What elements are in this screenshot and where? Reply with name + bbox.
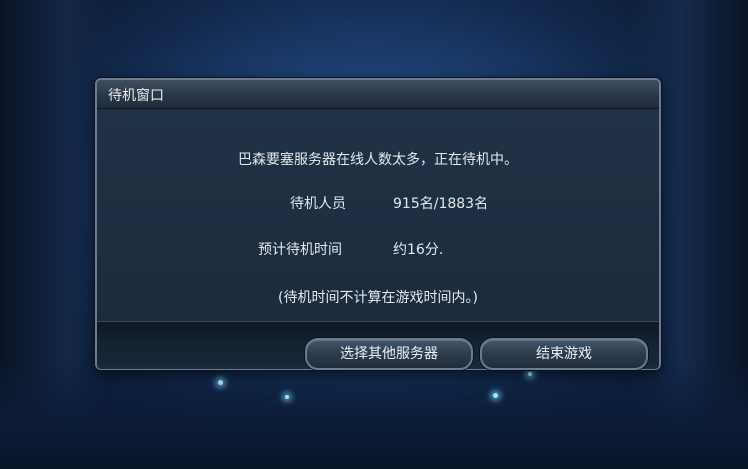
exit-game-button[interactable]: 结束游戏 bbox=[480, 338, 648, 370]
dialog-titlebar: 待机窗口 bbox=[97, 80, 659, 109]
light-orb bbox=[218, 380, 223, 385]
dialog-body: 巴森要塞服务器在线人数太多，正在待机中。 待机人员 915名/1883名 预计待… bbox=[97, 109, 659, 321]
floor-shadow bbox=[0, 359, 748, 469]
queue-note: (待机时间不计算在游戏时间内。) bbox=[278, 290, 478, 306]
queue-label: 待机人员 bbox=[290, 196, 346, 212]
select-other-server-button[interactable]: 选择其他服务器 bbox=[305, 338, 473, 370]
queue-message: 巴森要塞服务器在线人数太多，正在待机中。 bbox=[238, 152, 518, 168]
dialog-title: 待机窗口 bbox=[108, 88, 164, 104]
queue-value: 915名/1883名 bbox=[393, 196, 489, 212]
wait-time-label: 预计待机时间 bbox=[258, 242, 342, 258]
game-background: 待机窗口 巴森要塞服务器在线人数太多，正在待机中。 待机人员 915名/1883… bbox=[0, 0, 748, 469]
light-orb bbox=[285, 395, 289, 399]
light-orb bbox=[493, 393, 498, 398]
wait-time-value: 约16分. bbox=[393, 242, 444, 258]
queue-dialog: 待机窗口 巴森要塞服务器在线人数太多，正在待机中。 待机人员 915名/1883… bbox=[95, 78, 661, 370]
light-orb bbox=[528, 372, 532, 376]
